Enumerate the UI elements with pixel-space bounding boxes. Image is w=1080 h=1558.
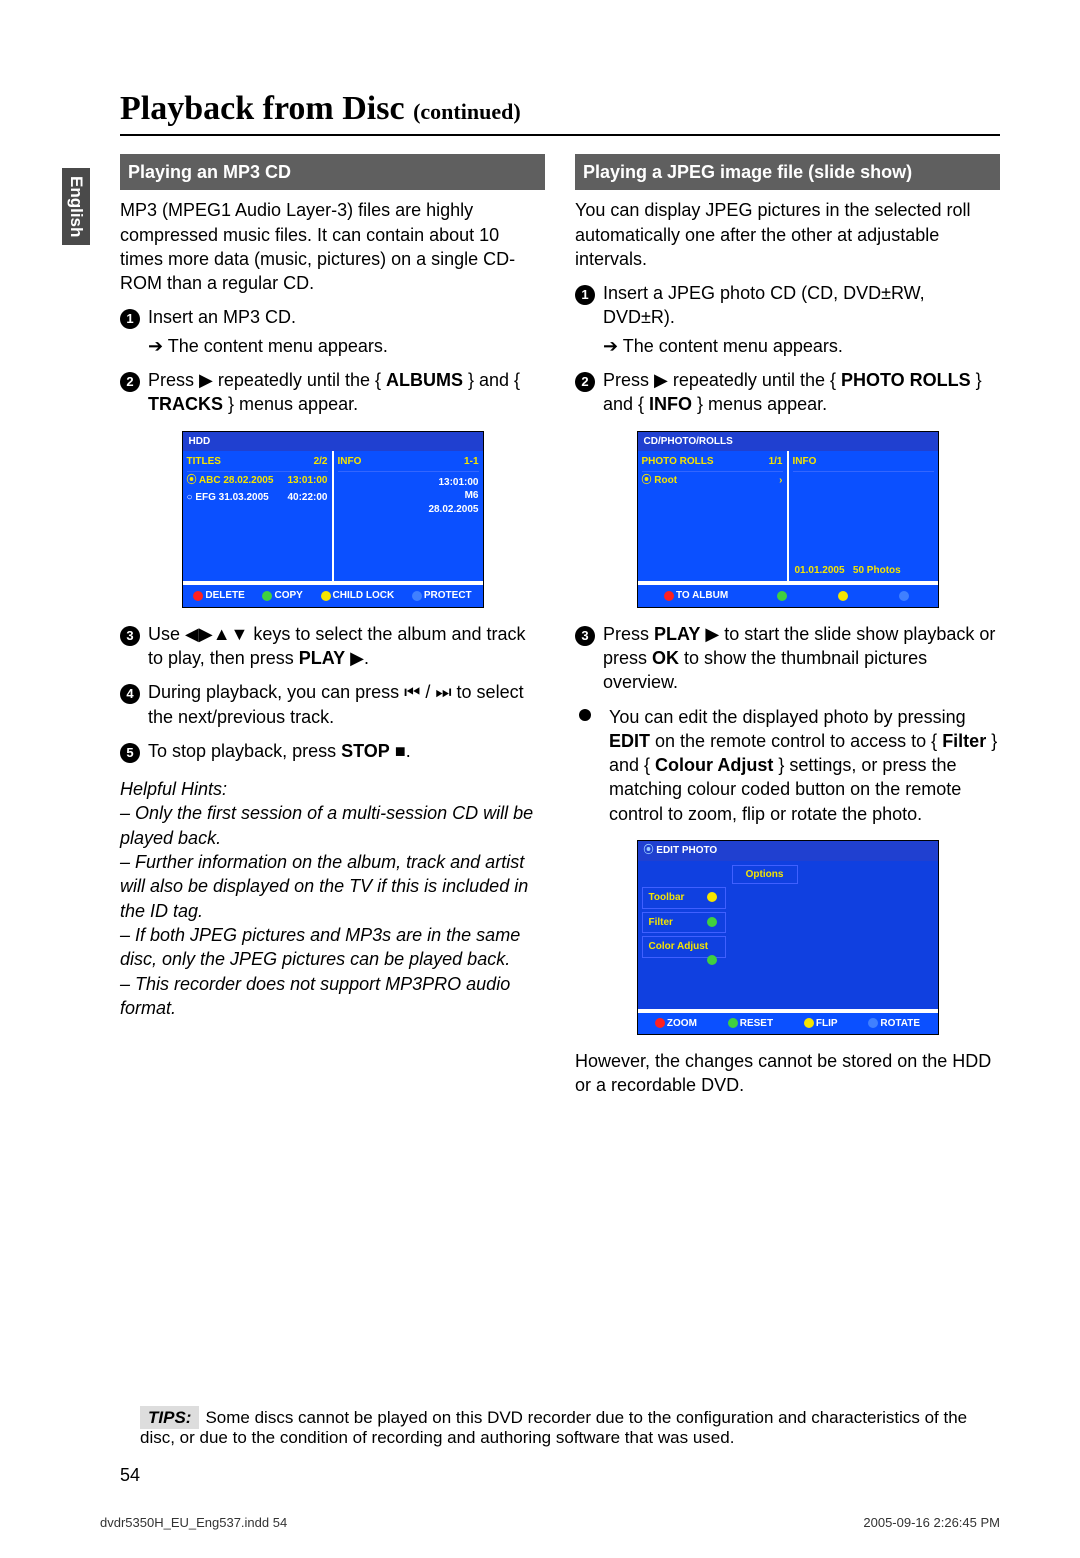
title-main: Playback from Disc [120,90,405,127]
yellow-dot-icon [321,591,331,601]
red-dot-icon [664,591,674,601]
step-5-left: 5 To stop playback, press STOP ■. [120,739,545,763]
osd-screenshot-hdd: HDD TITLES2/2 ⦿ ABC 28.02.200513:01:00 ○… [182,431,484,608]
print-footer: dvdr5350H_EU_Eng537.indd 54 2005-09-16 2… [100,1515,1000,1530]
green-dot-icon [728,1018,738,1028]
play-right-icon: ▶ [654,370,668,390]
arrow-right-icon: ➔ [603,336,618,356]
jpeg-intro-text: You can display JPEG pictures in the sel… [575,198,1000,271]
step-1-right: 1 Insert a JPEG photo CD (CD, DVD±RW, DV… [575,281,1000,358]
right-column: Playing a JPEG image file (slide show) Y… [575,154,1000,1098]
bullet-edit-photo: You can edit the displayed photo by pres… [575,705,1000,826]
step-3-right: 3 Press PLAY ▶ to start the slide show p… [575,622,1000,695]
blue-dot-icon [899,591,909,601]
mp3-intro-text: MP3 (MPEG1 Audio Layer-3) files are high… [120,198,545,295]
section-header-mp3: Playing an MP3 CD [120,154,545,190]
blue-dot-icon [412,591,422,601]
step-2-right: 2 Press ▶ repeatedly until the { PHOTO R… [575,368,1000,417]
page-title: Playback from Disc (continued) [120,90,1000,136]
tips-footer: TIPS:Some discs cannot be played on this… [140,1408,1000,1448]
green-dot-icon [777,591,787,601]
step-number-icon: 3 [575,626,595,646]
manual-page: English Playback from Disc (continued) P… [0,0,1080,1558]
stop-icon: ■ [395,741,406,761]
green-dot-icon [262,591,272,601]
bullet-icon [579,709,591,721]
language-tab: English [62,168,90,245]
step-number-icon: 2 [120,372,140,392]
osd-screenshot-photo: CD/PHOTO/ROLLS PHOTO ROLLS1/1 ⦿ Root› IN… [637,431,939,608]
footer-timestamp: 2005-09-16 2:26:45 PM [863,1515,1000,1530]
step-2-left: 2 Press ▶ repeatedly until the { ALBUMS … [120,368,545,417]
prev-next-icon: ⏮ / ⏭ [404,682,451,702]
step-number-icon: 1 [575,285,595,305]
step-3-left: 3 Use ◀▶▲▼ keys to select the album and … [120,622,545,671]
nav-arrows-icon: ◀▶▲▼ [185,624,248,644]
step-number-icon: 3 [120,626,140,646]
step-number-icon: 4 [120,684,140,704]
osd-screenshot-edit: ⦿ EDIT PHOTO Options Toolbar Filter Colo… [637,840,939,1035]
page-number: 54 [120,1465,140,1486]
step-4-left: 4 During playback, you can press ⏮ / ⏭ t… [120,680,545,729]
step-number-icon: 2 [575,372,595,392]
left-column: Playing an MP3 CD MP3 (MPEG1 Audio Layer… [120,154,545,1098]
play-icon: ▶ [350,648,364,668]
red-dot-icon [655,1018,665,1028]
closing-note: However, the changes cannot be stored on… [575,1049,1000,1098]
yellow-dot-icon [804,1018,814,1028]
yellow-dot-icon [838,591,848,601]
play-right-icon: ▶ [199,370,213,390]
tips-label: TIPS: [140,1406,199,1429]
footer-filename: dvdr5350H_EU_Eng537.indd 54 [100,1515,287,1530]
helpful-hints: Helpful Hints: – Only the first session … [120,777,545,1020]
blue-dot-icon [868,1018,878,1028]
title-continued: (continued) [413,99,521,124]
red-dot-icon [193,591,203,601]
play-icon: ▶ [705,624,719,644]
step-1-left: 1 Insert an MP3 CD. ➔ The content menu a… [120,305,545,358]
step-number-icon: 5 [120,743,140,763]
section-header-jpeg: Playing a JPEG image file (slide show) [575,154,1000,190]
step-number-icon: 1 [120,309,140,329]
arrow-right-icon: ➔ [148,336,163,356]
